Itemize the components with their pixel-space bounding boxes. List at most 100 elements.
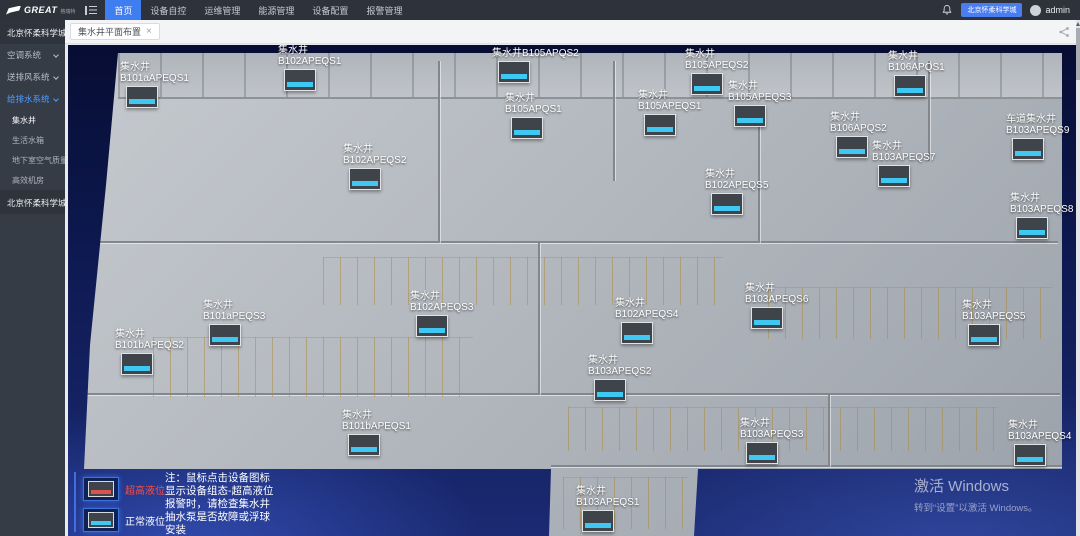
nav-item[interactable]: 能源管理 bbox=[249, 0, 303, 20]
scrollbar-up-icon[interactable] bbox=[1076, 22, 1080, 26]
sidebar-group[interactable]: 空调系统 bbox=[0, 44, 65, 66]
sidebar-item-label: 生活水箱 bbox=[12, 136, 44, 145]
scrollbar[interactable] bbox=[1076, 20, 1080, 536]
well-marker[interactable]: 集水井B105APQS1 bbox=[505, 93, 562, 139]
sump-pump-icon[interactable] bbox=[284, 69, 316, 91]
sump-pump-icon[interactable] bbox=[1014, 444, 1046, 466]
sidebar-subitem[interactable]: 高效机房 bbox=[0, 170, 65, 190]
sidebar-item-label: 集水井 bbox=[12, 116, 36, 125]
sidebar-item-label: 给排水系统 bbox=[7, 93, 50, 105]
scrollbar-thumb[interactable] bbox=[1076, 28, 1080, 80]
sump-pump-icon[interactable] bbox=[968, 324, 1000, 346]
well-marker[interactable]: 集水井B103APEQS7 bbox=[872, 141, 935, 187]
wall bbox=[551, 465, 1062, 467]
well-label: 集水井B102APEQS4 bbox=[615, 298, 678, 320]
sidebar-subitem[interactable]: 生活水箱 bbox=[0, 130, 65, 150]
sidebar-group[interactable]: 送排风系统 bbox=[0, 66, 65, 88]
brand-name-cn: 格瑞特 bbox=[60, 8, 75, 15]
sidebar-collapse-icon[interactable] bbox=[85, 6, 97, 15]
well-label: 集水井B101bAPEQS1 bbox=[342, 410, 411, 432]
sump-pump-icon[interactable] bbox=[1012, 138, 1044, 160]
sump-pump-icon[interactable] bbox=[1016, 217, 1048, 239]
well-marker[interactable]: 集水井B103APEQS8 bbox=[1010, 193, 1073, 239]
tab-sump-plan[interactable]: 集水井平面布置 × bbox=[70, 23, 160, 40]
sidebar-group[interactable]: 给排水系统 bbox=[0, 88, 65, 110]
sidebar-subitem[interactable]: 集水井 bbox=[0, 110, 65, 130]
well-label: 集水井B102APEQS5 bbox=[705, 169, 768, 191]
avatar bbox=[1030, 5, 1041, 16]
nav-item[interactable]: 报警管理 bbox=[357, 0, 411, 20]
share-icon[interactable] bbox=[1058, 26, 1070, 38]
sump-pump-icon[interactable] bbox=[121, 353, 153, 375]
sump-pump-icon[interactable] bbox=[416, 315, 448, 337]
sump-pump-icon[interactable] bbox=[644, 114, 676, 136]
well-marker[interactable]: 集水井B105APEQS1 bbox=[638, 90, 701, 136]
sump-pump-icon[interactable] bbox=[349, 168, 381, 190]
sidebar-subitem[interactable]: 地下室空气质量 bbox=[0, 150, 65, 170]
well-marker[interactable]: 集水井B103APEQS6 bbox=[745, 283, 808, 329]
well-marker[interactable]: 集水井B102APEQS4 bbox=[615, 298, 678, 344]
well-marker[interactable]: 集水井B101aAPEQS1 bbox=[120, 62, 189, 108]
sump-pump-icon[interactable] bbox=[894, 75, 926, 97]
well-label: 集水井B102APEQS3 bbox=[410, 291, 473, 313]
well-marker[interactable]: 集水井B103APEQS2 bbox=[588, 355, 651, 401]
sump-pump-icon[interactable] bbox=[511, 117, 543, 139]
well-marker[interactable]: 集水井B102APEQS1 bbox=[278, 45, 341, 91]
sidebar-item-label: 北京怀柔科学城 bbox=[7, 28, 65, 38]
well-label: 集水井B105APQS2 bbox=[492, 48, 579, 59]
well-label: 集水井B105APQS1 bbox=[505, 93, 562, 115]
well-marker[interactable]: 集水井B105APEQS3 bbox=[728, 81, 791, 127]
sump-pump-icon[interactable] bbox=[209, 324, 241, 346]
legend-device-icon bbox=[83, 477, 119, 501]
sump-pump-icon[interactable] bbox=[582, 510, 614, 532]
sump-pump-icon[interactable] bbox=[498, 61, 530, 83]
well-marker[interactable]: 集水井B103APEQS3 bbox=[740, 418, 803, 464]
legend-label: 正常液位 bbox=[125, 513, 165, 528]
well-label: 集水井B106APQS2 bbox=[830, 112, 887, 134]
sump-pump-icon[interactable] bbox=[126, 86, 158, 108]
sump-pump-icon[interactable] bbox=[348, 434, 380, 456]
well-marker[interactable]: 集水井B101bAPEQS1 bbox=[342, 410, 411, 456]
chevron-down-icon bbox=[53, 74, 59, 80]
notification-bell-icon[interactable] bbox=[941, 4, 953, 16]
sump-pump-icon[interactable] bbox=[594, 379, 626, 401]
well-label: 集水井B103APEQS3 bbox=[740, 418, 803, 440]
well-marker[interactable]: 集水井B102APEQS2 bbox=[343, 144, 406, 190]
well-marker[interactable]: 集水井B102APEQS5 bbox=[705, 169, 768, 215]
sump-pump-icon[interactable] bbox=[751, 307, 783, 329]
sump-pump-icon[interactable] bbox=[711, 193, 743, 215]
wall bbox=[98, 241, 1058, 243]
sump-pump-icon[interactable] bbox=[878, 165, 910, 187]
sump-pump-icon[interactable] bbox=[746, 442, 778, 464]
well-marker[interactable]: 集水井B101bAPEQS2 bbox=[115, 329, 184, 375]
well-marker[interactable]: 集水井B102APEQS3 bbox=[410, 291, 473, 337]
tab-label: 集水井平面布置 bbox=[78, 25, 141, 38]
chevron-down-icon bbox=[53, 96, 59, 102]
well-marker[interactable]: 集水井B103APEQS4 bbox=[1008, 420, 1071, 466]
well-marker[interactable]: 集水井B106APQS1 bbox=[888, 51, 945, 97]
site-button[interactable]: 北京怀柔科学城 bbox=[961, 3, 1022, 17]
tab-bar: 集水井平面布置 × bbox=[65, 20, 1080, 44]
sidebar-item-label: 空调系统 bbox=[7, 49, 41, 61]
sump-pump-icon[interactable] bbox=[836, 136, 868, 158]
well-marker[interactable]: 集水井B101aPEQS3 bbox=[203, 300, 265, 346]
well-marker[interactable]: 车道集水井B103APEQS9 bbox=[1006, 114, 1069, 160]
nav-item[interactable]: 设备自控 bbox=[141, 0, 195, 20]
sidebar-item-label: 高效机房 bbox=[12, 176, 44, 185]
username: admin bbox=[1045, 5, 1070, 15]
legend-device-icon bbox=[83, 508, 119, 532]
close-icon[interactable]: × bbox=[146, 27, 152, 37]
sump-pump-icon[interactable] bbox=[734, 105, 766, 127]
nav-item[interactable]: 首页 bbox=[105, 0, 141, 20]
sump-pump-icon[interactable] bbox=[621, 322, 653, 344]
well-label: 集水井B106APQS1 bbox=[888, 51, 945, 73]
well-marker[interactable]: 集水井B105APQS2 bbox=[492, 48, 579, 83]
legend-row: 超高液位 bbox=[83, 477, 165, 501]
well-marker[interactable]: 集水井B103APEQS1 bbox=[576, 486, 639, 532]
user-menu[interactable]: admin bbox=[1030, 5, 1070, 16]
nav-item[interactable]: 运维管理 bbox=[195, 0, 249, 20]
well-label: 集水井B103APEQS7 bbox=[872, 141, 935, 163]
sidebar-item-label: 送排风系统 bbox=[7, 71, 50, 83]
nav-item[interactable]: 设备配置 bbox=[303, 0, 357, 20]
well-marker[interactable]: 集水井B103APEQS5 bbox=[962, 300, 1025, 346]
